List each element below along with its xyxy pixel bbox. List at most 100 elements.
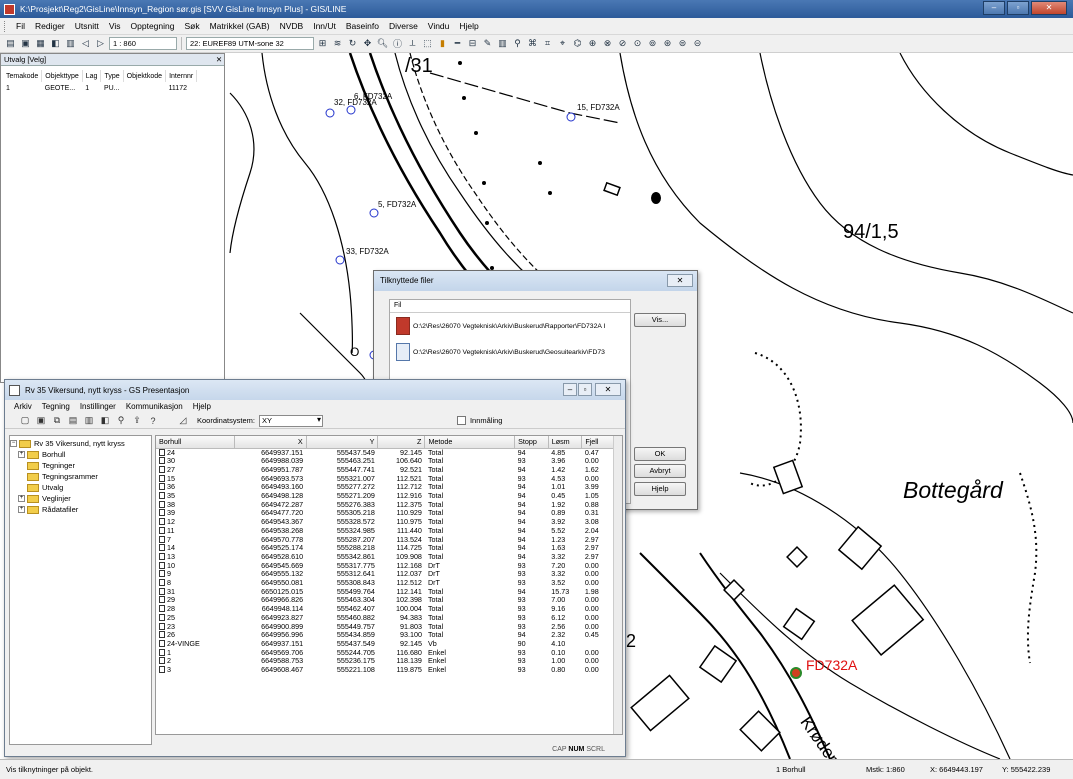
tool-j-icon[interactable]: ⊛: [661, 37, 674, 50]
tool-c-icon[interactable]: ⌖: [556, 37, 569, 50]
col-stopp[interactable]: Stopp: [514, 436, 549, 449]
print-icon[interactable]: ▥: [83, 415, 95, 427]
menu-hjelp[interactable]: Hjelp: [454, 21, 483, 31]
save-icon[interactable]: ▣: [35, 415, 47, 427]
col-objektkode[interactable]: Objektkode: [123, 70, 167, 82]
scale-field[interactable]: 1 : 860: [109, 37, 177, 50]
tool-g-icon[interactable]: ⊘: [616, 37, 629, 50]
menu-rediger[interactable]: Rediger: [30, 21, 70, 31]
maximize-button[interactable]: ▫: [1007, 1, 1029, 15]
table-row[interactable]: 11 6649538.268 555324.985 111.440 Total 94 5.5…: [156, 526, 616, 536]
menu-opptegning[interactable]: Opptegning: [126, 21, 180, 31]
table-row[interactable]: 15 6649693.573 555321.007 112.521 Total 93 4.5…: [156, 474, 616, 484]
measure-icon[interactable]: ⟂: [406, 37, 419, 50]
table-row[interactable]: 27 6649951.787 555447.741 92.521 Total 94 1.42…: [156, 465, 616, 475]
koordinatsystem-select[interactable]: XY: [258, 414, 323, 427]
table-row[interactable]: 10 6649545.669 555317.775 112.168 DrT 93 7.20 0…: [156, 561, 616, 571]
col-lag[interactable]: Lag: [82, 70, 102, 82]
open-icon[interactable]: ▦: [34, 37, 47, 50]
tree-item-borhull[interactable]: + Borhull: [10, 449, 151, 460]
table-row[interactable]: 3 6649608.467 555221.108 119.875 Enkel 93 0.80…: [156, 665, 616, 675]
table-row[interactable]: 25 6649923.827 555460.882 94.383 Total 93 6.12…: [156, 613, 616, 623]
edit-icon[interactable]: ✎: [481, 37, 494, 50]
chart-icon[interactable]: ◿: [177, 415, 189, 427]
menu-vis[interactable]: Vis: [104, 21, 126, 31]
col-borhull[interactable]: Borhull: [156, 436, 235, 449]
hjelp-button[interactable]: Hjelp: [634, 482, 686, 496]
collapse-icon[interactable]: −: [10, 440, 17, 447]
table-icon[interactable]: ⊟: [466, 37, 479, 50]
table-row[interactable]: 14 6649525.174 555288.218 114.725 Total 94 1.6…: [156, 543, 616, 553]
tree-item-radatafiler[interactable]: + Rådatafiler: [10, 504, 151, 515]
grid-icon[interactable]: ⊞: [316, 37, 329, 50]
line-icon[interactable]: ━: [451, 37, 464, 50]
table-row[interactable]: 36 6649493.160 555277.272 112.712 Total 94 1.0…: [156, 482, 616, 492]
tree-item-utvalg[interactable]: Utvalg: [10, 482, 151, 493]
vis-button[interactable]: Vis...: [634, 313, 686, 327]
table-row[interactable]: 30 6649988.039 555463.251 106.640 Total 93 3.9…: [156, 456, 616, 466]
ok-button[interactable]: OK: [634, 447, 686, 461]
table-row[interactable]: 39 6649477.720 555305.218 110.929 Total 94 0.8…: [156, 509, 616, 518]
pmenu-tegning[interactable]: Tegning: [37, 402, 75, 411]
table-row[interactable]: 13 6649528.610 555342.861 109.908 Total 94 3.3…: [156, 552, 616, 562]
list-item[interactable]: O:\2\Res\26070 Vegteknisk\Arkiv\Buskerud…: [390, 313, 630, 339]
table-row[interactable]: 1 6649569.706 555244.705 116.680 Enkel 93 0.10…: [156, 648, 616, 658]
table-row[interactable]: 12 6649543.367 555328.572 110.975 Total 94 3.9…: [156, 517, 616, 527]
table-row[interactable]: 7 6649570.778 555287.207 113.524 Total 94 1.23…: [156, 535, 616, 545]
innmaling-checkbox[interactable]: [456, 416, 466, 425]
menu-vindu[interactable]: Vindu: [423, 21, 455, 31]
menu-diverse[interactable]: Diverse: [384, 21, 423, 31]
tree-root[interactable]: − Rv 35 Vikersund, nytt kryss: [10, 438, 151, 449]
info-icon[interactable]: ⓘ: [391, 37, 404, 50]
table-row[interactable]: 24 6649937.151 555437.549 92.145 Total 94 4.85…: [156, 448, 616, 457]
new-icon[interactable]: ▤: [4, 37, 17, 50]
select-icon[interactable]: ⬚: [421, 37, 434, 50]
folder-up-icon[interactable]: ⇪: [131, 415, 143, 427]
zoom-icon[interactable]: 🔍︎: [376, 37, 389, 50]
table-row[interactable]: 8 6649550.081 555308.843 112.512 DrT 93 3.52 0.…: [156, 578, 616, 588]
attachment-icon[interactable]: ▮: [436, 37, 449, 50]
table-row[interactable]: 35 6649498.128 555271.209 112.916 Total 94 0.4…: [156, 491, 616, 501]
tool-a-icon[interactable]: ⌘: [526, 37, 539, 50]
col-losm[interactable]: Løsm: [548, 436, 583, 449]
close-button[interactable]: ✕: [1031, 1, 1067, 15]
tool-b-icon[interactable]: ⌗: [541, 37, 554, 50]
col-internnr[interactable]: Internnr: [165, 70, 198, 82]
tool-i-icon[interactable]: ⊚: [646, 37, 659, 50]
col-objekttype[interactable]: Objekttype: [41, 70, 83, 82]
table-row[interactable]: 24-VINGE 6649937.151 555437.549 92.145 Vb 90 4…: [156, 639, 616, 649]
preview-icon[interactable]: ◧: [99, 415, 111, 427]
pmenu-hjelp[interactable]: Hjelp: [188, 402, 216, 411]
menu-matrikkel[interactable]: Matrikkel (GAB): [205, 21, 275, 31]
avbryt-button[interactable]: Avbryt: [634, 464, 686, 478]
utvalg-close-icon[interactable]: ✕: [214, 54, 224, 65]
tree-item-tegningsrammer[interactable]: Tegningsrammer: [10, 471, 151, 482]
minimize-button[interactable]: –: [983, 1, 1005, 15]
pmenu-instillinger[interactable]: Instillinger: [75, 402, 121, 411]
col-metode[interactable]: Metode: [424, 436, 516, 449]
table-row[interactable]: 29 6649966.826 555463.304 102.398 Total 93 7.0…: [156, 596, 616, 605]
tool-f-icon[interactable]: ⊗: [601, 37, 614, 50]
menu-sok[interactable]: Søk: [179, 21, 204, 31]
expand-icon[interactable]: +: [18, 495, 25, 502]
menu-nvdb[interactable]: NVDB: [275, 21, 309, 31]
tree-item-tegninger[interactable]: Tegninger: [10, 460, 151, 471]
menu-utsnitt[interactable]: Utsnitt: [70, 21, 104, 31]
table-row[interactable]: 1 GEOTE... 1 PU... 11172: [3, 82, 197, 94]
dialog-close-button[interactable]: ✕: [667, 274, 693, 287]
table-row[interactable]: 31 6650125.015 555499.764 112.141 Total 94 15.…: [156, 587, 616, 597]
list-item[interactable]: O:\2\Res\26070 Vegteknisk\Arkiv\Buskerud…: [390, 339, 630, 365]
col-temakode[interactable]: Temakode: [3, 70, 43, 82]
col-fjell[interactable]: Fjell: [581, 436, 616, 449]
grid-scrollbar[interactable]: [613, 436, 622, 734]
print-preview-icon[interactable]: ◧: [49, 37, 62, 50]
menu-inn-ut[interactable]: Inn/Ut: [308, 21, 341, 31]
tool-l-icon[interactable]: ⊝: [691, 37, 704, 50]
presentasjon-minimize-button[interactable]: –: [563, 383, 577, 396]
table-row[interactable]: 23 6649900.899 555449.757 91.803 Total 93 2.56…: [156, 622, 616, 632]
back-icon[interactable]: ◁: [79, 37, 92, 50]
pmenu-kommunikasjon[interactable]: Kommunikasjon: [121, 402, 188, 411]
menu-fil[interactable]: Fil: [11, 21, 30, 31]
pmenu-arkiv[interactable]: Arkiv: [9, 402, 37, 411]
forward-icon[interactable]: ▷: [94, 37, 107, 50]
